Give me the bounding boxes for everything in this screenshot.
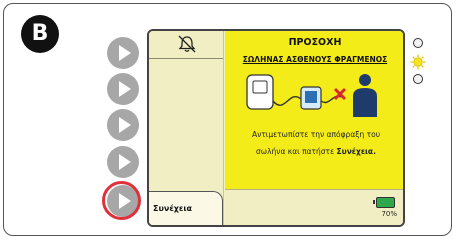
led-bottom: [413, 74, 423, 84]
step-badge: B: [21, 15, 59, 53]
pump-device-icon: [246, 74, 274, 110]
left-divider: [149, 58, 223, 59]
alarm-bell-muted-icon: [178, 35, 196, 53]
status-bar: 70%: [225, 189, 403, 225]
instruction-continue-word: Συνέχεια.: [336, 147, 376, 156]
side-button-1[interactable]: [107, 37, 139, 69]
side-button-3[interactable]: [107, 109, 139, 141]
instruction-line-1: Αντιμετωπίστε την απόφραξη του: [251, 130, 381, 139]
instruction-line-2: σωλήνα και πατήστε: [256, 147, 337, 156]
continue-button[interactable]: Συνέχεια: [149, 191, 223, 225]
device-screen: Συνέχεια ΠΡΟΣΟΧΗ ΣΩΛΗΝΑΣ ΑΣΘΕΝΟΥΣ ΦΡΑΓΜΕ…: [147, 29, 405, 227]
blocked-tube-diagram: [246, 74, 377, 117]
screen-left-panel: Συνέχεια: [149, 31, 224, 225]
led-active-icon: [410, 54, 426, 70]
warning-subtitle: ΣΩΛΗΝΑΣ ΑΣΘΕΝΟΥΣ ΦΡΑΓΜΕΝΟΣ: [242, 55, 388, 64]
patient-icon: [353, 74, 377, 117]
warning-title: ΠΡΟΣΟΧΗ: [288, 37, 342, 48]
side-button-2[interactable]: [107, 73, 139, 105]
led-top: [413, 38, 423, 48]
battery-percent: 70%: [381, 210, 397, 218]
side-button-4[interactable]: [107, 146, 139, 178]
battery-icon: [373, 197, 395, 208]
canister-icon: [300, 86, 322, 110]
warning-panel: ΠΡΟΣΟΧΗ ΣΩΛΗΝΑΣ ΑΣΘΕΝΟΥΣ ΦΡΑΓΜΕΝΟΣ Αντιμ…: [225, 31, 403, 189]
highlight-ring: [102, 181, 141, 220]
red-x-icon: [333, 87, 347, 101]
warning-instructions: Αντιμετωπίστε την απόφραξη του σωλήνα κα…: [231, 126, 401, 160]
